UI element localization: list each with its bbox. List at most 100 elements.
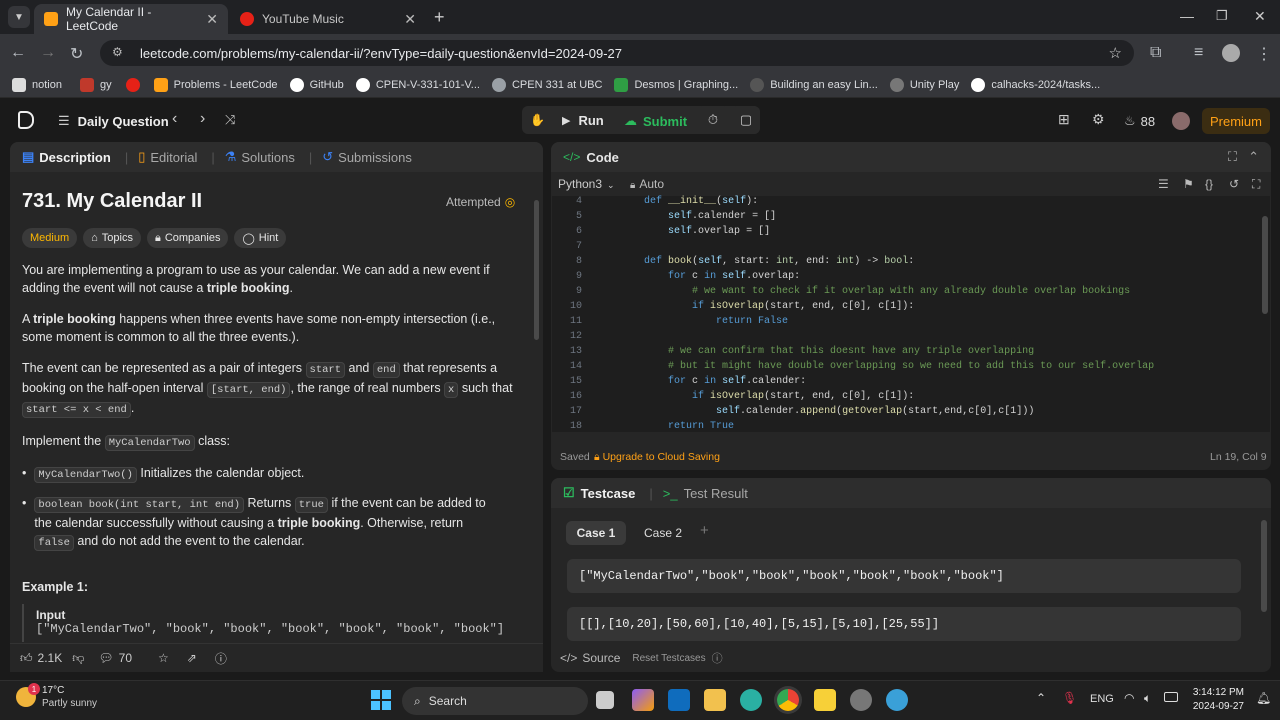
close-window-icon[interactable]: ✕	[1254, 8, 1266, 25]
new-tab-icon[interactable]: +	[434, 7, 445, 28]
task-view-icon[interactable]	[596, 691, 614, 709]
submit-button[interactable]: ☁ Submit	[624, 113, 687, 129]
help-icon[interactable]: ⓘ	[215, 650, 227, 667]
timer-icon[interactable]: ⏱	[698, 106, 728, 134]
bookmark-star-icon[interactable]: ☆	[1109, 44, 1122, 62]
volume-icon[interactable]: 🔈︎	[1144, 691, 1151, 706]
back-icon[interactable]: ←	[10, 44, 26, 62]
bookmark-calhacks[interactable]: calhacks-2024/tasks...	[971, 77, 1100, 92]
reload-icon[interactable]: ↻	[70, 44, 83, 64]
file-explorer-icon[interactable]	[704, 689, 726, 711]
testcase-input-1[interactable]: ["MyCalendarTwo","book","book","book","b…	[567, 559, 1241, 593]
bookmark-leetcode[interactable]: Problems - LeetCode	[153, 77, 278, 92]
settings-gear-icon[interactable]: ⚙	[1092, 111, 1105, 128]
taskbar-search[interactable]: ⌕ Search	[402, 687, 588, 715]
favorite-star-icon[interactable]: ☆	[158, 651, 169, 665]
language-select[interactable]: Python3 ⌄	[558, 177, 615, 191]
app-icon[interactable]	[850, 689, 872, 711]
microphone-icon[interactable]: 🎙︎	[1062, 691, 1077, 705]
chrome-icon[interactable]	[777, 689, 799, 711]
clock[interactable]: 3:14:12 PM 2024-09-27	[1192, 686, 1244, 714]
menu-icon[interactable]: ⋮	[1256, 44, 1272, 64]
tab-editorial[interactable]: ▯ Editorial	[138, 149, 197, 165]
add-case-icon[interactable]: +	[700, 522, 709, 539]
bookmark-cpen-v[interactable]: CPEN-V-331-101-V...	[355, 77, 480, 92]
testcase-scrollbar[interactable]	[1261, 520, 1267, 612]
bookmark-cpen331[interactable]: CPEN 331 at UBC	[491, 77, 602, 92]
site-info-icon[interactable]: ⚙	[112, 45, 123, 59]
reset-code-icon[interactable]: ↺	[1229, 177, 1239, 191]
tab-test-result[interactable]: >_ Test Result	[663, 486, 748, 501]
reset-testcases-button[interactable]: Reset Testcases	[632, 653, 705, 664]
testcase-input-2[interactable]: [[],[10,20],[50,60],[10,40],[5,15],[5,10…	[567, 607, 1241, 641]
forward-icon[interactable]: →	[40, 44, 56, 62]
bookmark-unity[interactable]: Unity Play	[889, 77, 959, 92]
tab-testcase[interactable]: ☑ Testcase	[563, 485, 635, 501]
case-1-tab[interactable]: Case 1	[566, 521, 626, 545]
language-indicator[interactable]: ENG	[1090, 693, 1114, 705]
format-code-icon[interactable]: ☰	[1158, 177, 1169, 191]
thumbs-down-icon[interactable]: 👎︎	[72, 651, 84, 666]
start-windows-icon[interactable]	[371, 690, 391, 710]
code-editor[interactable]: 4 def __init__(self): 5 self.calender = […	[552, 196, 1270, 432]
bookmark-icon[interactable]: ⚑	[1183, 177, 1194, 191]
bookmark-github[interactable]: GitHub	[289, 77, 344, 92]
source-button[interactable]: Source	[582, 651, 620, 665]
weather-widget[interactable]: 1 17°C Partly sunny	[16, 683, 97, 710]
extensions-icon[interactable]: ⧉	[1150, 44, 1161, 62]
reading-list-icon[interactable]: ≡	[1194, 44, 1203, 62]
minimize-icon[interactable]: —	[1180, 8, 1194, 24]
hint-tag[interactable]: ◯ Hint	[234, 228, 287, 248]
tab-submissions[interactable]: ↺ Submissions	[322, 149, 412, 165]
editor-scrollbar[interactable]	[1262, 216, 1268, 314]
thumbs-up-icon[interactable]: 👍︎	[20, 651, 33, 666]
description-scrollbar[interactable]	[534, 200, 539, 340]
topics-tag[interactable]: ⌂ Topics	[83, 228, 141, 248]
next-question-icon[interactable]: ›	[200, 110, 205, 128]
tab-description[interactable]: ▤ Description	[22, 149, 111, 165]
outlook-icon[interactable]	[668, 689, 690, 711]
bookmark-notion[interactable]: notion	[12, 77, 62, 92]
browser-tab-leetcode[interactable]: My Calendar II - LeetCode ✕	[34, 4, 228, 34]
layout-grid-icon[interactable]: ⊞	[1058, 111, 1070, 128]
premium-button[interactable]: Premium	[1202, 108, 1270, 134]
maximize-icon[interactable]: ❐	[1216, 8, 1228, 24]
shuffle-icon[interactable]: ⤨	[225, 112, 235, 128]
streak-counter[interactable]: ♨ 88	[1124, 113, 1155, 129]
run-button[interactable]: ▶ Run	[562, 113, 604, 128]
address-bar[interactable]: ⚙ leetcode.com/problems/my-calendar-ii/?…	[100, 40, 1134, 66]
case-2-tab[interactable]: Case 2	[634, 521, 692, 545]
browser-tab-youtube-music[interactable]: YouTube Music ✕	[230, 4, 426, 34]
notes-icon[interactable]: ▢	[732, 106, 760, 134]
expand-icon[interactable]: ⛶	[1228, 149, 1237, 165]
autocomplete-mode[interactable]: 🔒︎ Auto	[630, 177, 664, 191]
copilot-icon[interactable]	[632, 689, 654, 711]
app-icon[interactable]	[886, 689, 908, 711]
leetcode-logo-icon[interactable]	[18, 111, 34, 129]
bookmark-gy[interactable]: gy	[79, 77, 112, 92]
tab-solutions[interactable]: ⚗ Solutions	[225, 149, 295, 165]
problem-list-button[interactable]: ☰ Daily Question	[58, 113, 169, 129]
companies-tag[interactable]: 🔒︎ Companies	[146, 228, 229, 248]
battery-icon[interactable]	[1164, 692, 1178, 702]
help-icon[interactable]: ⓘ	[712, 650, 723, 666]
profile-avatar[interactable]	[1222, 44, 1240, 62]
tab-search-button[interactable]: ▼	[8, 6, 30, 28]
wifi-icon[interactable]: ◠	[1124, 691, 1134, 705]
debug-icon[interactable]: ✋	[530, 113, 545, 127]
prev-question-icon[interactable]: ‹	[172, 110, 177, 128]
bookmark-building[interactable]: Building an easy Lin...	[750, 77, 878, 92]
bookmark-youtube[interactable]	[125, 77, 146, 92]
edge-icon[interactable]	[740, 689, 762, 711]
sticky-notes-icon[interactable]	[814, 689, 836, 711]
user-avatar[interactable]	[1172, 112, 1190, 130]
close-tab-icon[interactable]: ✕	[404, 11, 416, 28]
braces-icon[interactable]: {}	[1205, 177, 1213, 191]
collapse-icon[interactable]: ⌃	[1248, 149, 1259, 165]
comment-icon[interactable]: 💬︎	[98, 651, 113, 665]
notifications-icon[interactable]: 🔔︎	[1256, 691, 1271, 705]
upgrade-cloud-saving-link[interactable]: 🔒︎ Upgrade to Cloud Saving	[594, 451, 720, 464]
share-icon[interactable]: ⇗	[187, 651, 197, 665]
chevron-up-icon[interactable]: ⌃	[1036, 691, 1046, 705]
fullscreen-editor-icon[interactable]: ⛶	[1252, 177, 1260, 192]
